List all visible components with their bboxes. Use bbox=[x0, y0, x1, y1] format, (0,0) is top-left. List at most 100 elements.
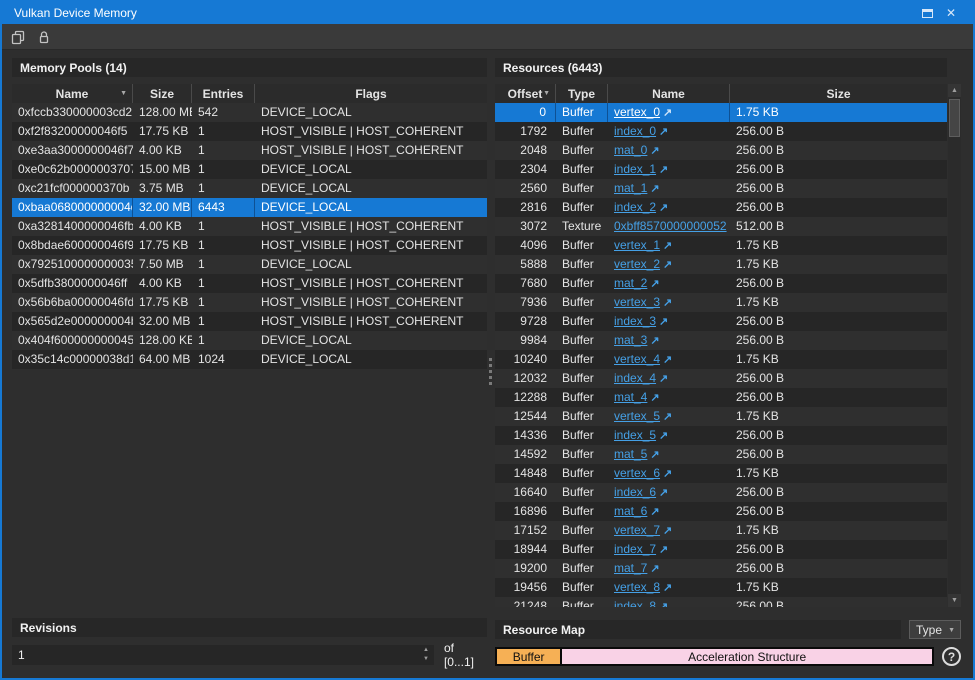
goto-resource-icon[interactable] bbox=[663, 464, 672, 483]
resource-link[interactable]: index_3 bbox=[614, 314, 656, 328]
resource-link[interactable]: vertex_0 bbox=[614, 105, 660, 119]
memory-pool-row[interactable]: 0xa3281400000046fb 4.00 KB 1 HOST_VISIBL… bbox=[12, 217, 487, 236]
resource-link[interactable]: vertex_7 bbox=[614, 523, 660, 537]
resource-link[interactable]: index_2 bbox=[614, 200, 656, 214]
goto-resource-icon[interactable] bbox=[659, 426, 668, 445]
restore-button[interactable] bbox=[915, 3, 939, 23]
scrollbar-track[interactable] bbox=[948, 139, 961, 594]
resource-row[interactable]: 2304 Buffer index_1 256.00 B bbox=[495, 160, 947, 179]
resource-link[interactable]: vertex_8 bbox=[614, 580, 660, 594]
resource-row[interactable]: 14848 Buffer vertex_6 1.75 KB bbox=[495, 464, 947, 483]
spin-down-icon[interactable]: ▼ bbox=[423, 655, 429, 664]
memory-pool-row[interactable]: 0x56b6ba00000046fd 17.75 KB 1 HOST_VISIB… bbox=[12, 293, 487, 312]
resource-row[interactable]: 0 Buffer vertex_0 1.75 KB bbox=[495, 103, 947, 122]
resource-map-segment[interactable]: Buffer bbox=[497, 649, 562, 664]
scroll-up-icon[interactable] bbox=[948, 84, 961, 97]
resource-link[interactable]: index_1 bbox=[614, 162, 656, 176]
resource-row[interactable]: 7680 Buffer mat_2 256.00 B bbox=[495, 274, 947, 293]
resource-row[interactable]: 18944 Buffer index_7 256.00 B bbox=[495, 540, 947, 559]
close-button[interactable]: ✕ bbox=[939, 3, 963, 23]
column-header-flags[interactable]: Flags bbox=[255, 84, 487, 103]
resource-link[interactable]: index_0 bbox=[614, 124, 656, 138]
goto-resource-icon[interactable] bbox=[659, 597, 668, 607]
resource-row[interactable]: 12544 Buffer vertex_5 1.75 KB bbox=[495, 407, 947, 426]
lock-button[interactable] bbox=[33, 26, 55, 48]
resource-row[interactable]: 9984 Buffer mat_3 256.00 B bbox=[495, 331, 947, 350]
column-header-res-name[interactable]: Name bbox=[608, 84, 730, 103]
panel-splitter[interactable] bbox=[487, 58, 495, 665]
resource-row[interactable]: 16896 Buffer mat_6 256.00 B bbox=[495, 502, 947, 521]
column-header-type[interactable]: Type bbox=[556, 84, 608, 103]
resource-link[interactable]: mat_2 bbox=[614, 276, 647, 290]
resource-row[interactable]: 12032 Buffer index_4 256.00 B bbox=[495, 369, 947, 388]
goto-resource-icon[interactable] bbox=[650, 274, 659, 293]
memory-pool-row[interactable]: 0xe3aa3000000046f7 4.00 KB 1 HOST_VISIBL… bbox=[12, 141, 487, 160]
memory-pool-row[interactable]: 0x35c14c00000038d1 64.00 MB 1024 DEVICE_… bbox=[12, 350, 487, 369]
memory-pool-row[interactable]: 0x8bdae600000046f9 17.75 KB 1 HOST_VISIB… bbox=[12, 236, 487, 255]
memory-pool-row[interactable]: 0xf2f83200000046f5 17.75 KB 1 HOST_VISIB… bbox=[12, 122, 487, 141]
goto-resource-icon[interactable] bbox=[650, 559, 659, 578]
resource-link[interactable]: mat_7 bbox=[614, 561, 647, 575]
goto-resource-icon[interactable] bbox=[650, 331, 659, 350]
resource-link[interactable]: mat_4 bbox=[614, 390, 647, 404]
resource-row[interactable]: 5888 Buffer vertex_2 1.75 KB bbox=[495, 255, 947, 274]
resource-link[interactable]: index_5 bbox=[614, 428, 656, 442]
goto-resource-icon[interactable] bbox=[659, 483, 668, 502]
memory-pool-row[interactable]: 0xbaa068000000004d 32.00 MB 6443 DEVICE_… bbox=[12, 198, 487, 217]
goto-resource-icon[interactable] bbox=[663, 293, 672, 312]
map-grouping-dropdown[interactable]: Type bbox=[909, 620, 961, 639]
resource-row[interactable]: 10240 Buffer vertex_4 1.75 KB bbox=[495, 350, 947, 369]
goto-resource-icon[interactable] bbox=[663, 350, 672, 369]
column-header-entries[interactable]: Entries bbox=[192, 84, 255, 103]
goto-resource-icon[interactable] bbox=[663, 103, 672, 122]
resource-link[interactable]: index_4 bbox=[614, 371, 656, 385]
resource-row[interactable]: 16640 Buffer index_6 256.00 B bbox=[495, 483, 947, 502]
duplicate-window-button[interactable] bbox=[7, 26, 29, 48]
goto-resource-icon[interactable] bbox=[650, 141, 659, 160]
title-bar[interactable]: Vulkan Device Memory ✕ bbox=[2, 2, 973, 24]
resource-link[interactable]: vertex_6 bbox=[614, 466, 660, 480]
resource-link[interactable]: vertex_2 bbox=[614, 257, 660, 271]
goto-resource-icon[interactable] bbox=[650, 445, 659, 464]
spin-up-icon[interactable]: ▲ bbox=[423, 646, 429, 655]
goto-resource-icon[interactable] bbox=[663, 578, 672, 597]
resource-row[interactable]: 3072 Texture 0xbff8570000000052 512.00 B bbox=[495, 217, 947, 236]
resource-row[interactable]: 2816 Buffer index_2 256.00 B bbox=[495, 198, 947, 217]
resource-row[interactable]: 14592 Buffer mat_5 256.00 B bbox=[495, 445, 947, 464]
goto-resource-icon[interactable] bbox=[659, 198, 668, 217]
resource-link[interactable]: mat_5 bbox=[614, 447, 647, 461]
memory-pool-row[interactable]: 0xfccb330000003cd2 128.00 MB 542 DEVICE_… bbox=[12, 103, 487, 122]
resource-link[interactable]: index_6 bbox=[614, 485, 656, 499]
resource-link[interactable]: mat_3 bbox=[614, 333, 647, 347]
goto-resource-icon[interactable] bbox=[663, 521, 672, 540]
resource-map-segment[interactable]: Acceleration Structure bbox=[562, 649, 932, 664]
revision-value[interactable]: 1 bbox=[12, 648, 418, 662]
column-header-name[interactable]: Name bbox=[12, 84, 133, 103]
resource-link[interactable]: mat_0 bbox=[614, 143, 647, 157]
memory-pool-row[interactable]: 0xe0c62b0000003707 15.00 MB 1 DEVICE_LOC… bbox=[12, 160, 487, 179]
memory-pool-row[interactable]: 0x7925100000000035 7.50 MB 1 DEVICE_LOCA… bbox=[12, 255, 487, 274]
goto-resource-icon[interactable] bbox=[659, 122, 668, 141]
resource-link[interactable]: mat_1 bbox=[614, 181, 647, 195]
goto-resource-icon[interactable] bbox=[650, 502, 659, 521]
resource-row[interactable]: 4096 Buffer vertex_1 1.75 KB bbox=[495, 236, 947, 255]
memory-pool-row[interactable]: 0xc21fcf000000370b 3.75 MB 1 DEVICE_LOCA… bbox=[12, 179, 487, 198]
column-header-size[interactable]: Size bbox=[133, 84, 192, 103]
resource-link[interactable]: vertex_3 bbox=[614, 295, 660, 309]
scrollbar-thumb[interactable] bbox=[949, 99, 960, 137]
resource-link[interactable]: mat_6 bbox=[614, 504, 647, 518]
resource-link[interactable]: vertex_1 bbox=[614, 238, 660, 252]
goto-resource-icon[interactable] bbox=[659, 369, 668, 388]
resource-row[interactable]: 1792 Buffer index_0 256.00 B bbox=[495, 122, 947, 141]
goto-resource-icon[interactable] bbox=[650, 179, 659, 198]
goto-resource-icon[interactable] bbox=[650, 388, 659, 407]
resource-link[interactable]: 0xbff8570000000052 bbox=[614, 219, 727, 233]
resource-row[interactable]: 21248 Buffer index_8 256.00 B bbox=[495, 597, 947, 607]
column-header-offset[interactable]: Offset bbox=[495, 84, 556, 103]
resource-row[interactable]: 19200 Buffer mat_7 256.00 B bbox=[495, 559, 947, 578]
memory-pool-row[interactable]: 0x5dfb3800000046ff 4.00 KB 1 HOST_VISIBL… bbox=[12, 274, 487, 293]
resource-link[interactable]: index_7 bbox=[614, 542, 656, 556]
goto-resource-icon[interactable] bbox=[663, 236, 672, 255]
goto-resource-icon[interactable] bbox=[659, 160, 668, 179]
goto-resource-icon[interactable] bbox=[663, 407, 672, 426]
